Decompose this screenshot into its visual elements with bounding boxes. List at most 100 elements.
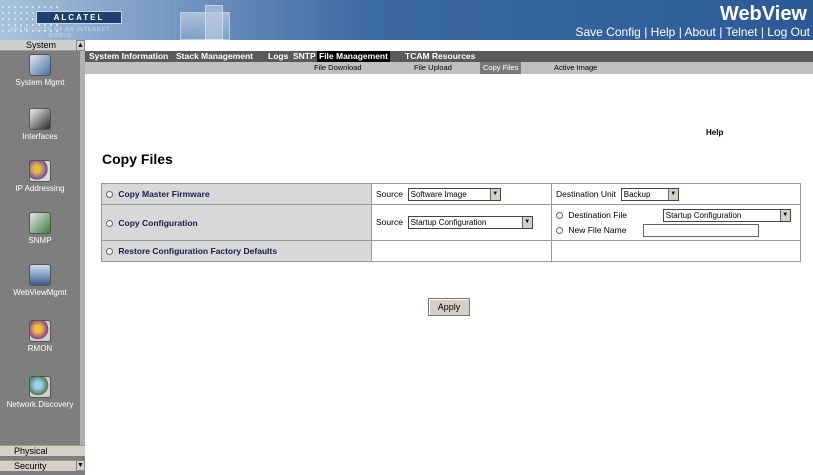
destination-cell: Destination Unit Backup ▼ xyxy=(551,183,801,205)
sidebar-item-network-discovery[interactable]: Network Discovery xyxy=(0,376,80,409)
sidebar-section-physical[interactable]: Physical xyxy=(0,445,85,456)
source-label: Source xyxy=(376,188,403,199)
restore-factory-defaults-radio[interactable] xyxy=(106,248,113,255)
source-cell: Source Startup Configuration ▼ xyxy=(371,204,552,241)
source-select[interactable]: Startup Configuration ▼ xyxy=(407,216,533,229)
sidebar-header-label: System xyxy=(26,40,57,50)
sidebar-scrollbar[interactable] xyxy=(80,51,85,453)
chevron-down-icon: ▼ xyxy=(521,217,532,228)
source-cell: Source Software Image ▼ xyxy=(371,183,552,205)
link-separator: | xyxy=(719,25,723,39)
tab-file-management[interactable]: File Management xyxy=(317,51,390,62)
rmon-icon xyxy=(29,320,51,342)
sidebar-item-interfaces[interactable]: Interfaces xyxy=(0,108,80,141)
destination-cell: Destination File Startup Configuration ▼… xyxy=(551,204,801,241)
help-link[interactable]: Help xyxy=(706,128,723,137)
sidebar-item-webview-mgmt[interactable]: WebViewMgmt xyxy=(0,264,80,297)
logout-link[interactable]: Log Out xyxy=(767,25,810,39)
snmp-icon xyxy=(29,212,51,234)
sidebar-item-label: IP Addressing xyxy=(15,184,65,193)
empty-cell xyxy=(371,240,552,262)
destination-unit-select[interactable]: Backup ▼ xyxy=(620,187,679,201)
destination-file-select[interactable]: Startup Configuration ▼ xyxy=(662,208,791,222)
tab-sntp[interactable]: SNTP xyxy=(293,51,316,62)
tab-system-information[interactable]: System Information xyxy=(89,51,168,62)
destination-unit-label: Destination Unit xyxy=(556,188,617,199)
apply-button[interactable]: Apply xyxy=(428,298,470,316)
sidebar-item-system-mgmt[interactable]: System Mgmt xyxy=(0,54,80,87)
new-file-name-input[interactable] xyxy=(642,223,759,237)
page-title: Copy Files xyxy=(102,151,173,167)
subtab-copy-files[interactable]: Copy Files xyxy=(480,62,522,74)
sidebar-item-label: Interfaces xyxy=(22,132,58,141)
subtab-active-image[interactable]: Active Image xyxy=(554,62,597,74)
option-cell[interactable]: Copy Master Firmware xyxy=(101,183,372,205)
sidebar-item-label: Network Discovery xyxy=(6,400,74,409)
tab-stack-management[interactable]: Stack Management xyxy=(176,51,253,62)
sidebar-section-security[interactable]: Security ▼ xyxy=(0,460,85,471)
sidebar-item-label: RMON xyxy=(27,344,53,353)
new-file-name-label: New File Name xyxy=(568,224,627,235)
chevron-down-icon: ▼ xyxy=(779,209,790,221)
sidebar-item-label: System Mgmt xyxy=(15,78,65,87)
network-discovery-icon xyxy=(29,376,51,398)
scroll-up-icon[interactable]: ▲ xyxy=(76,40,85,51)
source-label: Source xyxy=(376,216,403,227)
new-file-name-radio[interactable] xyxy=(556,226,563,234)
telnet-link[interactable]: Telnet xyxy=(725,25,757,39)
about-link[interactable]: About xyxy=(685,25,716,39)
copy-master-firmware-radio[interactable] xyxy=(106,191,113,198)
app-title: WebView xyxy=(719,3,807,25)
chevron-down-icon: ▼ xyxy=(489,188,500,200)
link-separator: | xyxy=(678,25,682,39)
main-tabs: System Information Stack Management Logs… xyxy=(85,51,813,62)
destination-file-value: Startup Configuration xyxy=(665,210,742,220)
sidebar-item-ip-addressing[interactable]: IP Addressing xyxy=(0,160,80,193)
top-links: Save Config | Help | About | Telnet | Lo… xyxy=(575,25,810,39)
subtab-file-download[interactable]: File Download xyxy=(314,62,362,74)
header-banner: ALCATEL ARCHITECTS OF AN INTERNET WORLD … xyxy=(0,0,813,40)
source-select[interactable]: Software Image ▼ xyxy=(407,187,501,201)
chevron-down-icon: ▼ xyxy=(667,188,678,200)
subtab-file-upload[interactable]: File Upload xyxy=(414,62,452,74)
sub-tabs: File Download File Upload Copy Files Act… xyxy=(85,62,813,74)
copy-files-form: Copy Master Firmware Source Software Ima… xyxy=(101,183,801,262)
form-row: Copy Master Firmware Source Software Ima… xyxy=(101,183,801,205)
destination-unit-value: Backup xyxy=(623,189,651,199)
option-cell[interactable]: Restore Configuration Factory Defaults xyxy=(101,240,372,262)
sidebar: System ▲ System Mgmt Interfaces IP Addre… xyxy=(0,40,85,475)
save-config-link[interactable]: Save Config xyxy=(575,25,640,39)
sidebar-section-label: Security xyxy=(14,461,47,471)
source-select-value: Software Image xyxy=(410,189,467,199)
sidebar-header[interactable]: System ▲ xyxy=(0,40,85,51)
link-separator: | xyxy=(644,25,648,39)
empty-cell xyxy=(551,240,801,262)
destination-file-radio[interactable] xyxy=(556,211,563,219)
option-label: Copy Master Firmware xyxy=(118,189,210,199)
destination-file-row: Destination File Startup Configuration ▼ xyxy=(556,208,796,223)
help-link[interactable]: Help xyxy=(651,25,676,39)
form-row: Restore Configuration Factory Defaults xyxy=(101,240,801,262)
building-graphic-tower xyxy=(205,5,223,40)
sidebar-item-label: SNMP xyxy=(28,236,52,245)
sidebar-item-rmon[interactable]: RMON xyxy=(0,320,80,353)
webview-mgmt-icon xyxy=(29,264,51,286)
alcatel-logo: ALCATEL xyxy=(36,11,122,24)
logo-tagline: ARCHITECTS OF AN INTERNET WORLD xyxy=(10,27,110,39)
system-mgmt-icon xyxy=(29,54,51,76)
tab-logs[interactable]: Logs xyxy=(268,51,288,62)
new-file-row: New File Name xyxy=(556,223,796,238)
sidebar-section-label: Physical xyxy=(14,446,48,456)
source-select-value: Startup Configuration xyxy=(410,218,487,227)
tab-tcam-resources[interactable]: TCAM Resources xyxy=(405,51,475,62)
copy-configuration-radio[interactable] xyxy=(106,219,113,227)
option-label: Copy Configuration xyxy=(118,217,198,228)
sidebar-item-label: WebViewMgmt xyxy=(13,288,67,297)
option-cell[interactable]: Copy Configuration xyxy=(101,204,372,241)
destination-file-label: Destination File xyxy=(568,209,627,220)
option-label: Restore Configuration Factory Defaults xyxy=(118,246,278,256)
sidebar-item-snmp[interactable]: SNMP xyxy=(0,212,80,245)
scroll-down-icon[interactable]: ▼ xyxy=(76,460,85,471)
link-separator: | xyxy=(760,25,764,39)
ip-addressing-icon xyxy=(29,160,51,182)
